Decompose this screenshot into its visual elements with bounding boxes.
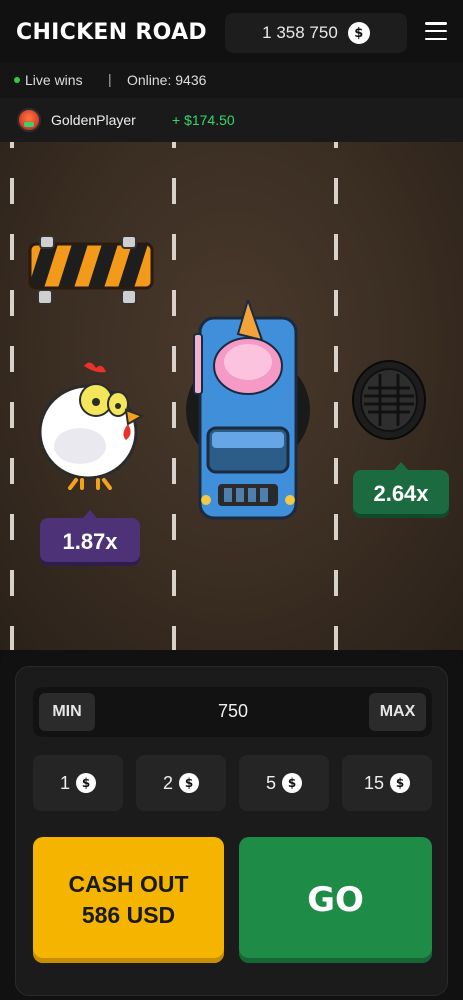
min-bet-button[interactable]: MIN [39, 693, 95, 731]
live-info-bar: Live wins | Online: 9436 [0, 62, 463, 98]
balance-display: 1 358 750 $ [225, 13, 407, 53]
quick-bet-value: 2 [162, 772, 173, 793]
balance-value: 1 358 750 [262, 23, 338, 42]
quick-bet-value: 1 [59, 772, 70, 793]
quick-bet-value: 15 [363, 772, 385, 793]
quick-bet-button-5[interactable]: 5 $ [239, 755, 329, 811]
player-avatar [17, 108, 41, 132]
top-bar: CHICKEN ROAD 1 358 750 $ [0, 0, 463, 62]
chicken-icon [38, 362, 144, 490]
hamburger-menu-icon[interactable] [425, 22, 447, 40]
dollar-coin-icon: $ [390, 773, 411, 793]
cash-out-amount: 586 USD [81, 902, 176, 928]
next-multiplier-badge[interactable]: 2.64x [353, 462, 449, 518]
bet-amount-row: MIN 750 MAX [33, 687, 432, 737]
game-road: 1.87x 2.64x [0, 142, 463, 650]
live-dot-icon [14, 77, 20, 83]
live-wins-indicator: Live wins [14, 72, 83, 88]
cash-out-button[interactable]: CASH OUT 586 USD [33, 837, 224, 963]
latest-win-row: GoldenPlayer + $174.50 [0, 98, 463, 142]
max-bet-button[interactable]: MAX [369, 693, 426, 731]
dollar-coin-icon: $ [347, 22, 370, 44]
dollar-coin-icon: $ [282, 773, 302, 793]
quick-bet-button-15[interactable]: 15 $ [342, 755, 432, 811]
control-panel: MIN 750 MAX 1 $ 2 $ 5 $ 15 $ CASH OUT 58… [0, 650, 463, 1000]
road-barrier-icon [28, 235, 154, 305]
control-panel-inner: MIN 750 MAX 1 $ 2 $ 5 $ 15 $ CASH OUT 58… [15, 666, 448, 996]
lane-divider [10, 142, 14, 650]
quick-bet-button-2[interactable]: 2 $ [136, 755, 226, 811]
dollar-coin-icon: $ [179, 773, 199, 793]
bet-amount-input[interactable]: 750 [183, 701, 283, 722]
quick-bet-value: 5 [265, 772, 276, 793]
online-count: Online: 9436 [127, 72, 207, 88]
manhole-icon [352, 360, 426, 440]
cash-out-label: CASH OUT [68, 871, 189, 897]
current-multiplier-badge: 1.87x [40, 510, 140, 566]
game-logo: CHICKEN ROAD [16, 20, 207, 45]
player-name: GoldenPlayer [51, 112, 136, 128]
live-wins-label: Live wins [25, 72, 83, 88]
go-button[interactable]: GO [239, 837, 432, 963]
win-amount: + $174.50 [172, 112, 235, 128]
dollar-coin-icon: $ [76, 773, 96, 793]
separator: | [108, 71, 112, 87]
quick-bet-button-1[interactable]: 1 $ [33, 755, 123, 811]
lane-divider [334, 142, 338, 650]
lane-divider [172, 142, 176, 650]
ice-cream-truck-icon [186, 300, 310, 520]
